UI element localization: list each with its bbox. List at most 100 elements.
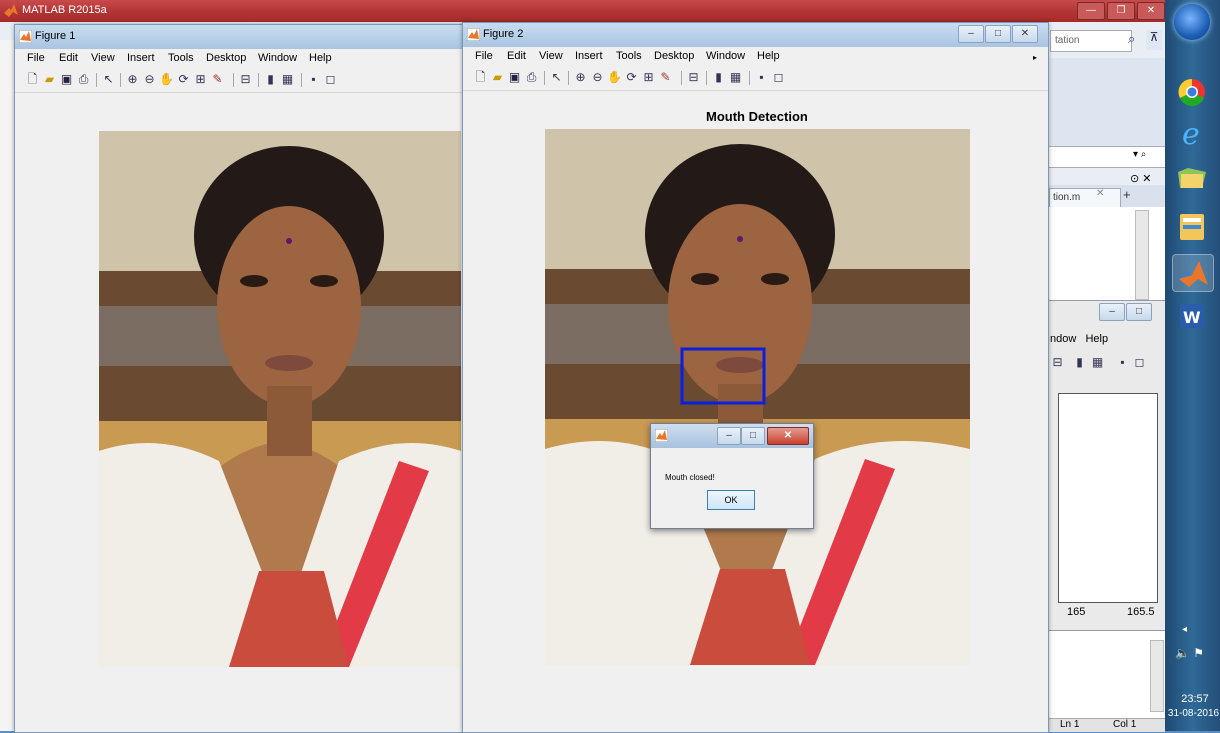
command-window[interactable]	[1047, 630, 1165, 719]
zoom-in-icon[interactable]: ⊕	[573, 70, 588, 85]
menu-file[interactable]: File	[475, 50, 493, 62]
menu-help[interactable]: Help	[757, 50, 780, 62]
show-plot-tools-icon[interactable]: ◻	[771, 70, 786, 85]
ie-taskbar-button[interactable]: e	[1172, 115, 1212, 152]
figure-2-menubar: File Edit View Insert Tools Desktop Wind…	[463, 47, 1048, 66]
save-icon[interactable]: ▣	[507, 70, 522, 85]
legend-icon[interactable]: ▦	[728, 70, 743, 85]
minimize-button[interactable]: –	[958, 25, 984, 43]
pointer-icon[interactable]: ↖	[549, 70, 564, 85]
explorer-taskbar-button[interactable]	[1172, 208, 1212, 244]
figure-3-axes[interactable]	[1058, 393, 1158, 603]
open-file-icon[interactable]: ▰	[42, 72, 57, 87]
toolbar-separator	[233, 73, 234, 87]
figure-3-window-controls: – □	[1098, 303, 1152, 321]
windows-start-button[interactable]	[1174, 4, 1210, 40]
maximize-button[interactable]: □	[985, 25, 1011, 43]
brush-icon[interactable]: ✎	[210, 72, 225, 87]
internet-explorer-icon: e	[1182, 117, 1200, 152]
menu-tools[interactable]: Tools	[168, 52, 194, 64]
figure-2-window-controls: – □ ✕	[957, 25, 1038, 43]
menu-help[interactable]: Help	[1085, 333, 1108, 345]
menu-window[interactable]: ndow	[1050, 333, 1076, 345]
menu-help[interactable]: Help	[309, 52, 332, 64]
path-dropdown-icon[interactable]: ▾ ⌕	[1133, 149, 1146, 160]
rotate-3d-icon[interactable]: ⟳	[176, 72, 191, 87]
minimize-button[interactable]: –	[717, 427, 741, 445]
word-taskbar-button[interactable]: W	[1172, 298, 1212, 334]
editor-scrollbar[interactable]	[1135, 210, 1149, 300]
print-icon[interactable]: ⎙	[524, 70, 539, 85]
menu-edit[interactable]: Edit	[59, 52, 78, 64]
menu-window[interactable]: Window	[706, 50, 745, 62]
new-figure-icon[interactable]: 🗋	[473, 70, 488, 85]
editor-tab[interactable]: tion.m	[1049, 188, 1121, 207]
new-figure-icon[interactable]: 🗋	[25, 72, 40, 87]
panel-close-icon[interactable]: ⊙ ✕	[1130, 172, 1152, 185]
zoom-out-icon[interactable]: ⊖	[142, 72, 157, 87]
hide-plot-tools-icon[interactable]: ▪	[754, 70, 769, 85]
menu-view[interactable]: View	[539, 50, 563, 62]
menu-window[interactable]: Window	[258, 52, 297, 64]
close-button[interactable]: ✕	[1012, 25, 1038, 43]
current-path-field[interactable]	[1047, 146, 1167, 168]
ribbon-collapse-icon[interactable]: ⊼	[1146, 30, 1162, 50]
documentation-search-input[interactable]: tation	[1050, 30, 1132, 52]
folder-taskbar-button[interactable]	[1172, 160, 1212, 196]
colorbar-icon[interactable]: ▮	[263, 72, 278, 87]
figure-1-titlebar: Figure 1	[15, 25, 467, 49]
colorbar-icon[interactable]: ▮	[711, 70, 726, 85]
colorbar-icon[interactable]: ▮	[1072, 355, 1087, 370]
close-button[interactable]: ✕	[767, 427, 809, 445]
hide-plot-tools-icon[interactable]: ▪	[306, 72, 321, 87]
maximize-button[interactable]: ❐	[1107, 2, 1135, 20]
figure-1-title: Figure 1	[35, 30, 76, 42]
ok-button[interactable]: OK	[707, 490, 755, 510]
show-plot-tools-icon[interactable]: ◻	[323, 72, 338, 87]
legend-icon[interactable]: ▦	[280, 72, 295, 87]
menu-tools[interactable]: Tools	[616, 50, 642, 62]
menu-view[interactable]: View	[91, 52, 115, 64]
data-cursor-icon[interactable]: ⊞	[641, 70, 656, 85]
open-file-icon[interactable]: ▰	[490, 70, 505, 85]
menu-desktop[interactable]: Desktop	[206, 52, 246, 64]
command-window-scrollbar[interactable]	[1150, 640, 1164, 712]
menu-insert[interactable]: Insert	[575, 50, 603, 62]
pointer-icon[interactable]: ↖	[101, 72, 116, 87]
menu-insert[interactable]: Insert	[127, 52, 155, 64]
show-plot-tools-icon[interactable]: ◻	[1132, 355, 1147, 370]
zoom-in-icon[interactable]: ⊕	[125, 72, 140, 87]
tab-close-icon[interactable]: ✕	[1096, 188, 1104, 199]
search-icon[interactable]: ⌕	[1128, 31, 1142, 47]
link-plot-icon[interactable]: ⊟	[686, 70, 701, 85]
menu-file[interactable]: File	[27, 52, 45, 64]
chrome-taskbar-button[interactable]	[1172, 74, 1212, 110]
minimize-button[interactable]: –	[1099, 303, 1125, 321]
rotate-3d-icon[interactable]: ⟳	[624, 70, 639, 85]
clock-time[interactable]: 23:57	[1170, 693, 1220, 705]
print-icon[interactable]: ⎙	[76, 72, 91, 87]
link-plot-icon[interactable]: ⊟	[1050, 355, 1065, 370]
legend-icon[interactable]: ▦	[1090, 355, 1105, 370]
save-icon[interactable]: ▣	[59, 72, 74, 87]
pan-icon[interactable]: ✋	[607, 70, 622, 85]
matlab-taskbar-button[interactable]	[1172, 254, 1214, 292]
system-tray-icons[interactable]: 🔈 ⚑	[1175, 646, 1204, 660]
data-cursor-icon[interactable]: ⊞	[193, 72, 208, 87]
toolbar-separator	[681, 71, 682, 85]
maximize-button[interactable]: □	[1126, 303, 1152, 321]
clock-date[interactable]: 31-08-2016	[1167, 708, 1220, 719]
menu-edit[interactable]: Edit	[507, 50, 526, 62]
tray-expand-icon[interactable]: ◂	[1182, 624, 1187, 635]
pan-icon[interactable]: ✋	[159, 72, 174, 87]
add-tab-icon[interactable]: +	[1123, 187, 1131, 202]
close-button[interactable]: ✕	[1137, 2, 1165, 20]
brush-icon[interactable]: ✎	[658, 70, 673, 85]
menu-overflow-icon[interactable]: ▸	[1033, 53, 1037, 62]
zoom-out-icon[interactable]: ⊖	[590, 70, 605, 85]
menu-desktop[interactable]: Desktop	[654, 50, 694, 62]
minimize-button[interactable]: —	[1077, 2, 1105, 20]
link-plot-icon[interactable]: ⊟	[238, 72, 253, 87]
hide-plot-tools-icon[interactable]: ▪	[1115, 355, 1130, 370]
maximize-button[interactable]: □	[741, 427, 765, 445]
